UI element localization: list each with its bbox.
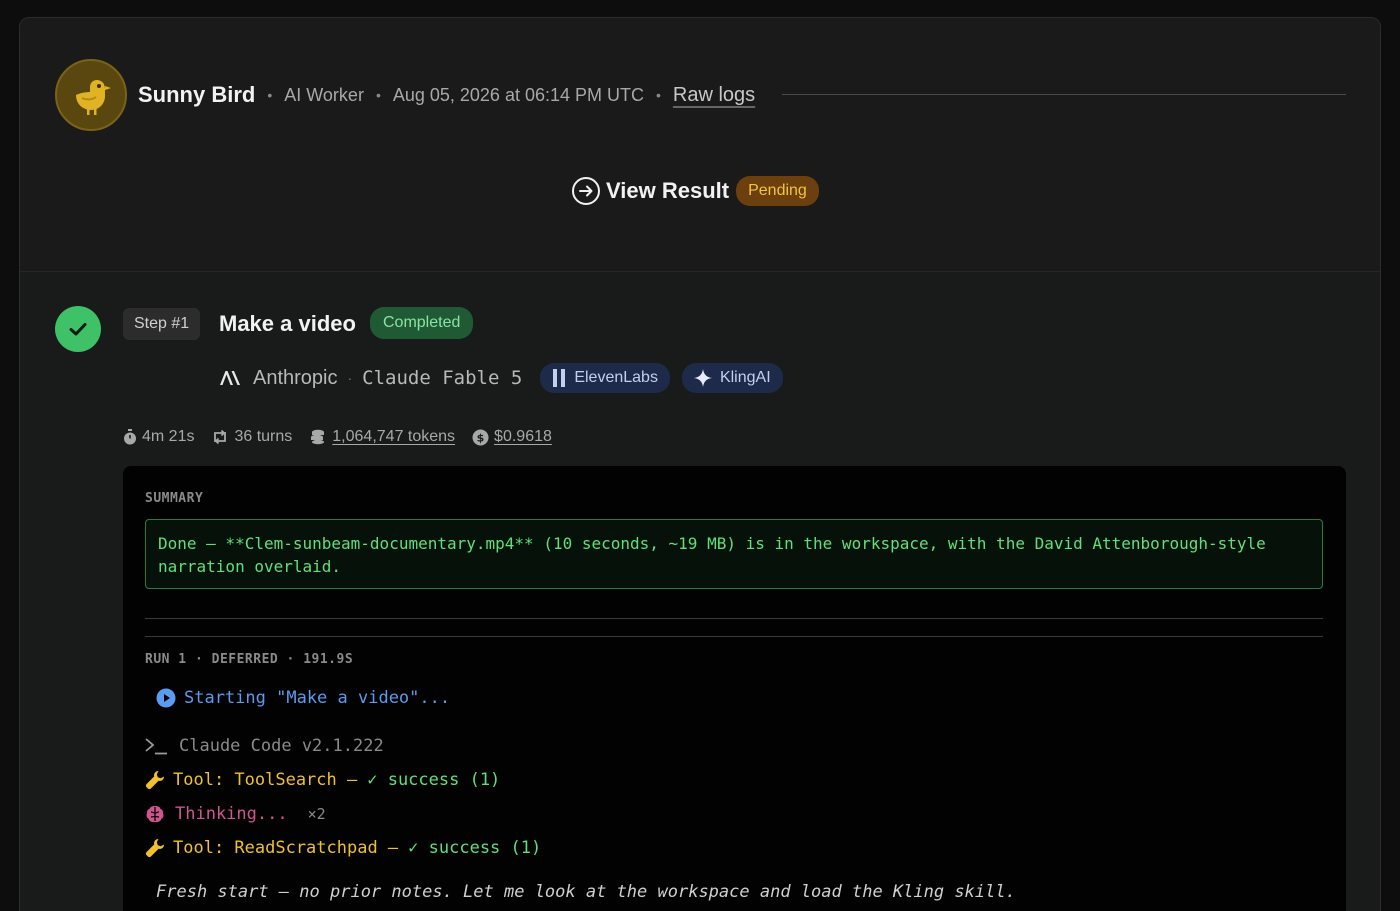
log-note-line: Fresh start — no prior notes. Let me loo… xyxy=(156,882,1016,902)
worker-meta: Sunny Bird • AI Worker • Aug 05, 2026 at… xyxy=(138,80,755,110)
step-title: Make a video xyxy=(219,311,356,336)
wrench-icon xyxy=(145,838,165,858)
summary-label: SUMMARY xyxy=(145,491,204,506)
task-card: Sunny Bird • AI Worker • Aug 05, 2026 at… xyxy=(19,17,1381,911)
view-result-button[interactable]: View Result Pending xyxy=(571,176,819,206)
log-cc-line: Claude Code v2.1.222 xyxy=(145,736,384,756)
cost-stat[interactable]: $ $0.9618 xyxy=(472,428,552,446)
log-tool-line: Tool: ReadScratchpad – ✓ success (1) xyxy=(145,838,541,858)
integration-label: ElevenLabs xyxy=(574,369,658,386)
tool-name: Tool: ReadScratchpad – xyxy=(173,838,399,858)
run-label: RUN 1 · DEFERRED · 191.9S xyxy=(145,652,354,667)
status-badge: Pending xyxy=(736,176,819,206)
model-name: Claude Fable 5 xyxy=(362,367,523,389)
separator-dot: • xyxy=(267,87,273,103)
tool-result: ✓ success (1) xyxy=(408,838,542,858)
sparkle-icon xyxy=(693,369,712,387)
check-icon xyxy=(55,306,101,352)
view-result-label: View Result xyxy=(606,178,730,203)
tool-name: Tool: ToolSearch – xyxy=(173,770,358,790)
repeat-icon xyxy=(211,429,229,445)
integration-label: KlingAI xyxy=(719,369,771,386)
separator-dot: • xyxy=(375,87,381,103)
card-header: Sunny Bird • AI Worker • Aug 05, 2026 at… xyxy=(20,18,1380,272)
worker-name: Sunny Bird xyxy=(138,82,256,107)
anthropic-icon xyxy=(219,370,241,386)
tokens-stat[interactable]: 1,064,747 tokens xyxy=(309,428,455,446)
brain-icon xyxy=(145,804,165,824)
cost-value: $0.9618 xyxy=(494,428,552,445)
integration-chip-elevenlabs[interactable]: ElevenLabs xyxy=(540,363,670,393)
timestamp: Aug 05, 2026 at 06:14 PM UTC xyxy=(392,84,644,105)
log-tool-line: Tool: ToolSearch – ✓ success (1) xyxy=(145,770,500,790)
avatar xyxy=(55,59,127,131)
log-terminal[interactable]: SUMMARY Done — **Clem-sunbeam-documentar… xyxy=(123,466,1346,911)
summary-text: Done — **Clem-sunbeam-documentary.mp4** … xyxy=(145,519,1323,589)
stopwatch-icon xyxy=(123,429,137,445)
play-icon xyxy=(156,688,176,708)
step-status-badge: Completed xyxy=(370,307,474,339)
turns-stat: 36 turns xyxy=(211,428,292,446)
header-divider xyxy=(782,94,1346,95)
coins-icon xyxy=(309,429,327,445)
step-section: Step #1 Make a video Completed Anthropic… xyxy=(20,272,1380,911)
bird-icon xyxy=(67,71,115,119)
integration-chip-klingai[interactable]: KlingAI xyxy=(681,363,783,393)
log-text: Claude Code v2.1.222 xyxy=(179,736,384,756)
divider xyxy=(145,636,1323,637)
provider-name: Anthropic xyxy=(253,366,338,389)
worker-role: AI Worker xyxy=(284,84,364,105)
raw-logs-link[interactable]: Raw logs xyxy=(673,84,755,107)
log-start-line: Starting "Make a video"... xyxy=(156,688,450,708)
turns-value: 36 turns xyxy=(234,428,293,445)
terminal-prompt-icon xyxy=(145,737,167,755)
dollar-icon: $ xyxy=(472,429,489,446)
thinking-count: ×2 xyxy=(307,805,326,823)
step-number-badge: Step #1 xyxy=(123,308,201,340)
model-row: Anthropic · Claude Fable 5 ElevenLabs Kl… xyxy=(219,363,783,393)
divider xyxy=(145,618,1323,619)
tokens-value: 1,064,747 tokens xyxy=(332,428,456,445)
arrow-circle-right-icon xyxy=(571,176,601,206)
duration-value: 4m 21s xyxy=(142,428,195,445)
stats-row: 4m 21s 36 turns 1,064,747 tokens $ $0.96… xyxy=(123,428,569,446)
separator-dot: • xyxy=(656,87,661,103)
separator-dot: · xyxy=(347,370,353,386)
svg-text:$: $ xyxy=(477,431,485,444)
log-thinking-line: Thinking... ×2 xyxy=(145,804,326,824)
wrench-icon xyxy=(145,770,165,790)
tool-result: ✓ success (1) xyxy=(367,770,501,790)
thinking-text: Thinking... xyxy=(175,804,288,824)
duration-stat: 4m 21s xyxy=(123,428,194,446)
log-text: Starting "Make a video"... xyxy=(184,688,451,708)
elevenlabs-icon xyxy=(552,369,566,387)
